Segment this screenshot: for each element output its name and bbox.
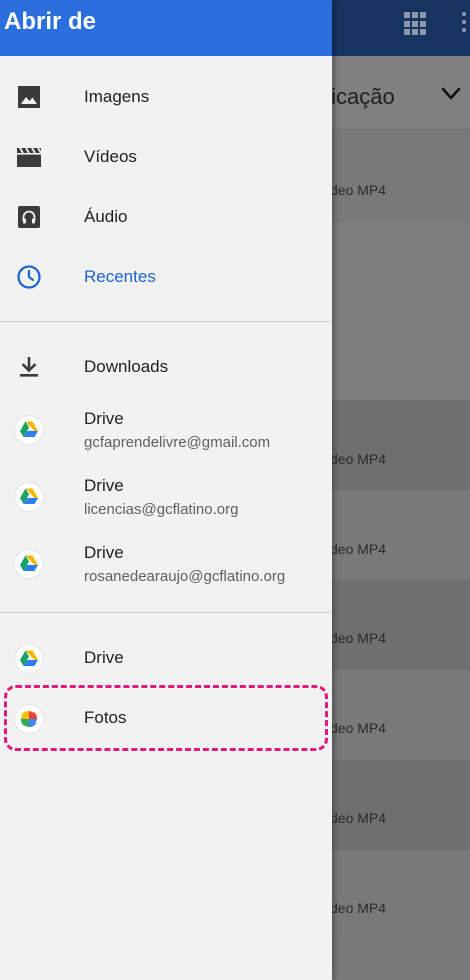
drawer-item-videos[interactable]: Vídeos	[0, 127, 332, 187]
drawer-item-label: Downloads	[84, 357, 169, 376]
drawer-item-audio[interactable]: Áudio	[0, 187, 332, 247]
drawer-item-label: Vídeos	[84, 147, 137, 166]
drawer-title: Abrir de	[4, 8, 97, 35]
drawer-item-recent[interactable]: Recentes	[0, 247, 332, 307]
grid-view-icon[interactable]	[404, 12, 428, 36]
download-icon	[20, 357, 38, 377]
audio-icon	[18, 206, 40, 228]
drawer-item-label: Áudio	[84, 207, 128, 226]
drawer-item-label: Drive	[84, 648, 124, 667]
drawer-item-drive-account[interactable]: Drive gcfaprendelivre@gmail.com	[0, 399, 332, 459]
highlight-outline	[4, 685, 328, 751]
google-drive-icon	[15, 483, 43, 511]
file-row-label: deo MP4	[330, 810, 387, 826]
drawer-item-account: rosanedearaujo@gcflatino.org	[84, 568, 286, 585]
drawer-item-account: licencias@gcflatino.org	[84, 501, 239, 518]
drawer-item-label: Drive	[84, 476, 124, 495]
file-row-label: deo MP4	[330, 182, 387, 198]
chevron-down-icon[interactable]	[441, 84, 461, 104]
file-row-label: deo MP4	[330, 900, 387, 916]
more-options-icon[interactable]	[462, 12, 468, 36]
drawer-item-drive-account[interactable]: Drive licencias@gcflatino.org	[0, 466, 332, 526]
drawer-item-label: Recentes	[84, 267, 156, 286]
drawer-header: Abrir de	[0, 0, 332, 56]
drawer-item-drive-account[interactable]: Drive rosanedearaujo@gcflatino.org	[0, 533, 332, 593]
file-row-label: deo MP4	[330, 541, 387, 557]
file-row-label: deo MP4	[330, 451, 387, 467]
clock-icon	[17, 265, 41, 289]
drawer-item-account: gcfaprendelivre@gmail.com	[84, 434, 271, 451]
section-divider	[0, 612, 332, 613]
file-row-label: deo MP4	[330, 720, 387, 736]
google-drive-icon	[15, 550, 43, 578]
navigation-drawer: Abrir de Imagens Vídeos Áudio Recentes D…	[0, 0, 332, 980]
drawer-item-downloads[interactable]: Downloads	[0, 337, 332, 397]
drawer-item-images[interactable]: Imagens	[0, 67, 332, 127]
file-row-label: deo MP4	[330, 630, 387, 646]
image-icon	[18, 86, 40, 108]
drawer-item-label: Drive	[84, 409, 124, 428]
drawer-item-label: Drive	[84, 543, 124, 562]
drawer-item-drive[interactable]: Drive	[0, 628, 332, 688]
movie-icon	[17, 147, 41, 167]
sort-header-title: ficação	[325, 84, 395, 109]
section-divider	[0, 321, 332, 322]
google-drive-icon	[15, 645, 43, 673]
drawer-item-label: Imagens	[84, 87, 150, 106]
google-drive-icon	[15, 416, 43, 444]
